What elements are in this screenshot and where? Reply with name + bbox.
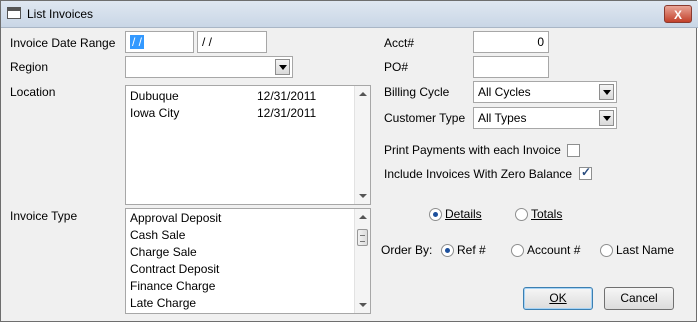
billing-cycle-select[interactable]: All Cycles	[473, 81, 617, 103]
region-label: Region	[10, 60, 49, 74]
location-list[interactable]: Dubuque 12/31/2011 Iowa City 12/31/2011	[125, 85, 371, 205]
order-account-radio[interactable]	[511, 244, 524, 257]
date-from-field[interactable]: / /	[125, 31, 194, 53]
totals-radio[interactable]	[515, 208, 528, 221]
acct-field[interactable]: 0	[473, 31, 549, 53]
order-lastname-label[interactable]: Last Name	[616, 243, 674, 257]
location-date: 12/31/2011	[257, 106, 317, 120]
list-item[interactable]: Contract Deposit	[130, 261, 219, 278]
acct-label: Acct#	[384, 36, 415, 50]
print-payments-checkbox[interactable]	[567, 144, 580, 157]
po-label: PO#	[384, 60, 409, 74]
list-item[interactable]: Cash Sale	[130, 227, 185, 244]
chevron-down-icon[interactable]	[599, 110, 614, 126]
location-date: 12/31/2011	[257, 89, 317, 103]
list-item[interactable]: Finance Charge	[130, 278, 215, 295]
customer-type-label: Customer Type	[384, 111, 466, 125]
invoice-type-label: Invoice Type	[10, 209, 78, 223]
order-lastname-radio[interactable]	[600, 244, 613, 257]
location-scrollbar[interactable]	[354, 86, 370, 204]
billing-cycle-value: All Cycles	[478, 85, 531, 99]
title-bar[interactable]: List Invoices X	[1, 1, 698, 28]
location-name: Iowa City	[130, 106, 180, 120]
invoice-type-list[interactable]: Approval Deposit Cash Sale Charge Sale C…	[125, 208, 371, 314]
date-to-field[interactable]: / /	[197, 31, 267, 53]
invoice-date-range-label: Invoice Date Range	[10, 36, 116, 50]
window-icon	[7, 7, 21, 19]
customer-type-select[interactable]: All Types	[473, 107, 617, 129]
scroll-thumb[interactable]	[357, 229, 368, 246]
totals-label[interactable]: Totals	[531, 207, 562, 221]
list-item[interactable]: Iowa City 12/31/2011	[130, 105, 350, 122]
order-account-label[interactable]: Account #	[527, 243, 580, 257]
include-zero-label[interactable]: Include Invoices With Zero Balance	[384, 167, 572, 181]
details-label[interactable]: Details	[445, 207, 482, 221]
chevron-down-icon[interactable]	[275, 59, 290, 75]
list-item[interactable]: Dubuque 12/31/2011	[130, 88, 350, 105]
scroll-down-icon[interactable]	[359, 303, 367, 307]
invoice-type-scrollbar[interactable]	[354, 209, 370, 313]
scroll-up-icon[interactable]	[359, 92, 367, 96]
date-from-value: / /	[130, 35, 145, 49]
order-by-label: Order By:	[381, 243, 433, 257]
order-ref-label[interactable]: Ref #	[457, 243, 486, 257]
date-to-value: / /	[202, 35, 213, 49]
include-zero-checkbox[interactable]	[579, 165, 592, 180]
ok-button-label: OK	[549, 291, 567, 305]
scroll-down-icon[interactable]	[359, 194, 367, 198]
window-title: List Invoices	[27, 7, 94, 21]
scroll-up-icon[interactable]	[359, 215, 367, 219]
cancel-button[interactable]: Cancel	[604, 287, 674, 310]
billing-cycle-label: Billing Cycle	[384, 85, 450, 99]
list-item[interactable]: Late Charge	[130, 295, 196, 312]
chevron-down-icon[interactable]	[599, 84, 614, 100]
location-name: Dubuque	[130, 89, 179, 103]
customer-type-value: All Types	[478, 111, 527, 125]
list-invoices-window: List Invoices X Invoice Date Range / / /…	[0, 0, 698, 322]
order-ref-radio[interactable]	[441, 244, 454, 257]
po-field[interactable]	[473, 56, 549, 78]
location-label: Location	[10, 85, 56, 99]
close-button[interactable]: X	[664, 5, 692, 23]
list-item[interactable]: Charge Sale	[130, 244, 197, 261]
details-radio[interactable]	[429, 208, 442, 221]
region-select[interactable]	[125, 56, 293, 78]
list-item[interactable]: Approval Deposit	[130, 210, 221, 227]
ok-button[interactable]: OK	[523, 287, 593, 310]
print-payments-label[interactable]: Print Payments with each Invoice	[384, 143, 561, 157]
